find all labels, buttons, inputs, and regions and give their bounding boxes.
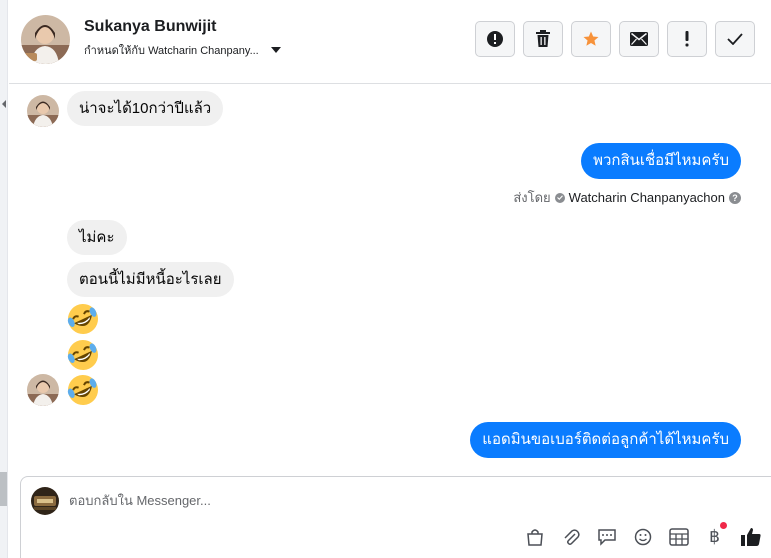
saved-replies-button[interactable]	[592, 524, 621, 550]
envelope-icon	[630, 32, 648, 46]
trash-icon	[536, 30, 550, 47]
report-spam-button[interactable]	[475, 21, 515, 57]
appointment-button[interactable]	[664, 524, 693, 550]
scrollbar-thumb[interactable]	[0, 472, 7, 506]
reply-input[interactable]	[69, 489, 729, 511]
attach-button[interactable]	[556, 524, 585, 550]
delete-button[interactable]	[523, 21, 563, 57]
chevron-down-icon	[270, 47, 281, 53]
help-icon[interactable]: ?	[729, 191, 741, 204]
star-icon	[583, 31, 599, 46]
emoji-button[interactable]	[628, 524, 657, 550]
shop-button[interactable]	[520, 524, 549, 550]
composer-toolbar: ฿	[520, 522, 765, 550]
sender-name: Watcharin Chanpanyachon	[568, 190, 725, 205]
message-bubble-incoming[interactable]: ตอนนี้ไม่มีหนี้อะไรเลย	[67, 262, 234, 297]
thumbs-up-icon	[740, 528, 761, 546]
star-button[interactable]	[571, 21, 611, 57]
contact-avatar[interactable]	[21, 15, 70, 64]
mark-unread-button[interactable]	[619, 21, 659, 57]
assignee-dropdown[interactable]: กำหนดให้กับ Watcharin Chanpany...	[84, 41, 281, 59]
alert-circle-icon	[487, 31, 503, 47]
message-bubble-outgoing[interactable]: แอดมินขอเบอร์ติดต่อลูกค้าได้ไหมครับ	[470, 422, 741, 458]
message-bubble-incoming[interactable]: น่าจะได้10กว่าปีแล้ว	[67, 91, 224, 126]
rolling-laughing-emoji-icon[interactable]	[67, 303, 99, 335]
table-icon	[668, 528, 689, 546]
smiley-icon	[634, 528, 651, 546]
mark-done-button[interactable]	[715, 21, 755, 57]
message-bubble-incoming[interactable]: ไม่คะ	[67, 220, 127, 255]
rolling-laughing-emoji-icon[interactable]	[67, 339, 99, 371]
sent-by-line: ส่งโดย Watcharin Chanpanyachon ?	[513, 187, 741, 208]
assignee-label: กำหนดให้กับ Watcharin Chanpany...	[84, 45, 259, 57]
header-actions	[475, 21, 755, 57]
notification-dot	[720, 522, 727, 529]
contact-name: Sukanya Bunwijit	[84, 18, 217, 35]
message-bubble-outgoing[interactable]: พวกสินเชื่อมีไหมครับ	[581, 143, 741, 179]
exclamation-icon	[685, 31, 689, 47]
paperclip-icon	[563, 529, 580, 545]
checkmark-icon	[727, 33, 743, 45]
page-avatar	[31, 487, 59, 515]
contact-avatar-small[interactable]	[27, 95, 59, 127]
left-panel-edge	[0, 0, 8, 558]
contact-avatar-small[interactable]	[27, 374, 59, 406]
conversation-header: Sukanya Bunwijit กำหนดให้กับ Watcharin C…	[9, 0, 771, 84]
payment-button[interactable]: ฿	[700, 522, 729, 550]
baht-currency-icon: ฿	[709, 527, 720, 547]
verified-check-icon	[554, 192, 565, 203]
chat-bubble-icon	[597, 529, 616, 546]
sent-by-prefix: ส่งโดย	[513, 190, 551, 205]
collapse-arrow-icon[interactable]	[2, 100, 6, 108]
like-button[interactable]	[736, 524, 765, 550]
shopping-bag-icon	[526, 529, 543, 546]
follow-up-button[interactable]	[667, 21, 707, 57]
rolling-laughing-emoji-icon[interactable]	[67, 374, 99, 406]
message-composer: ฿	[20, 476, 771, 558]
